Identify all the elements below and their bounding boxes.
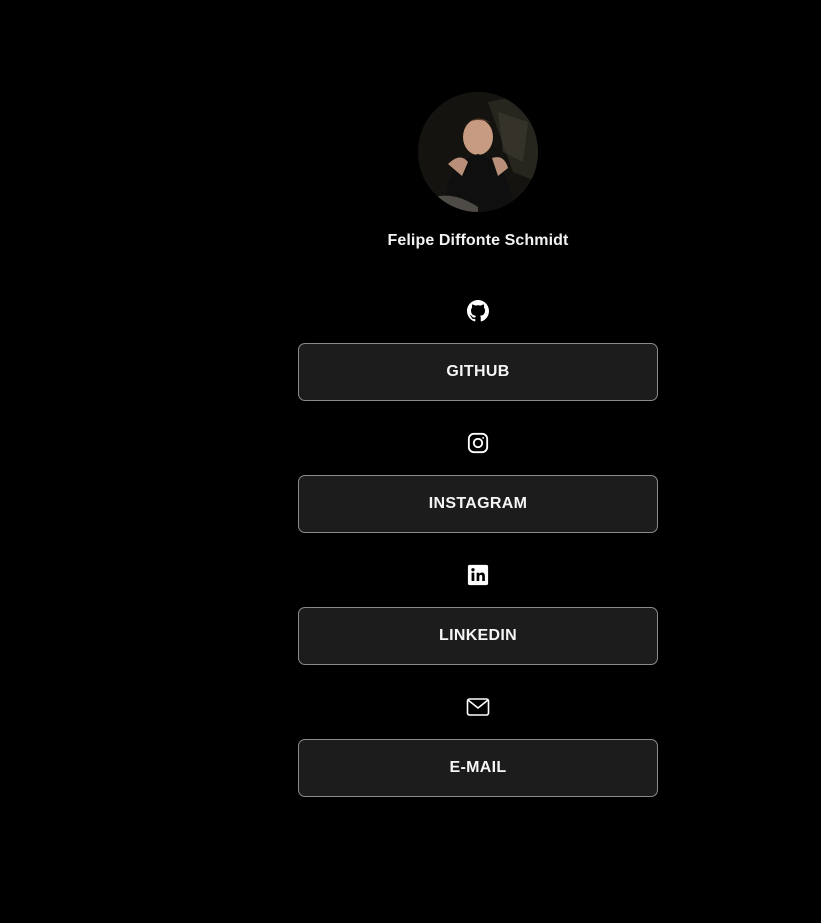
profile-name: Felipe Diffonte Schmidt xyxy=(387,232,569,249)
avatar xyxy=(418,92,538,212)
linkedin-button[interactable]: LINKEDIN xyxy=(298,607,658,665)
link-item-github: GITHUB xyxy=(298,299,658,401)
github-button[interactable]: GITHUB xyxy=(298,343,658,401)
github-icon xyxy=(466,299,490,323)
instagram-button[interactable]: INSTAGRAM xyxy=(298,475,658,533)
link-item-email: E-MAIL xyxy=(298,695,658,797)
instagram-icon xyxy=(466,431,490,455)
links-list: GITHUB INSTAGRAM LINKEDIN E-MAIL xyxy=(298,299,658,827)
page: Felipe Diffonte Schmidt GITHUB INSTAGRAM… xyxy=(0,0,821,923)
link-item-instagram: INSTAGRAM xyxy=(298,431,658,533)
email-button[interactable]: E-MAIL xyxy=(298,739,658,797)
link-item-linkedin: LINKEDIN xyxy=(298,563,658,665)
mail-icon xyxy=(466,695,490,719)
profile-card: Felipe Diffonte Schmidt GITHUB INSTAGRAM… xyxy=(298,0,658,827)
avatar-photo xyxy=(418,92,538,212)
linkedin-icon xyxy=(466,563,490,587)
